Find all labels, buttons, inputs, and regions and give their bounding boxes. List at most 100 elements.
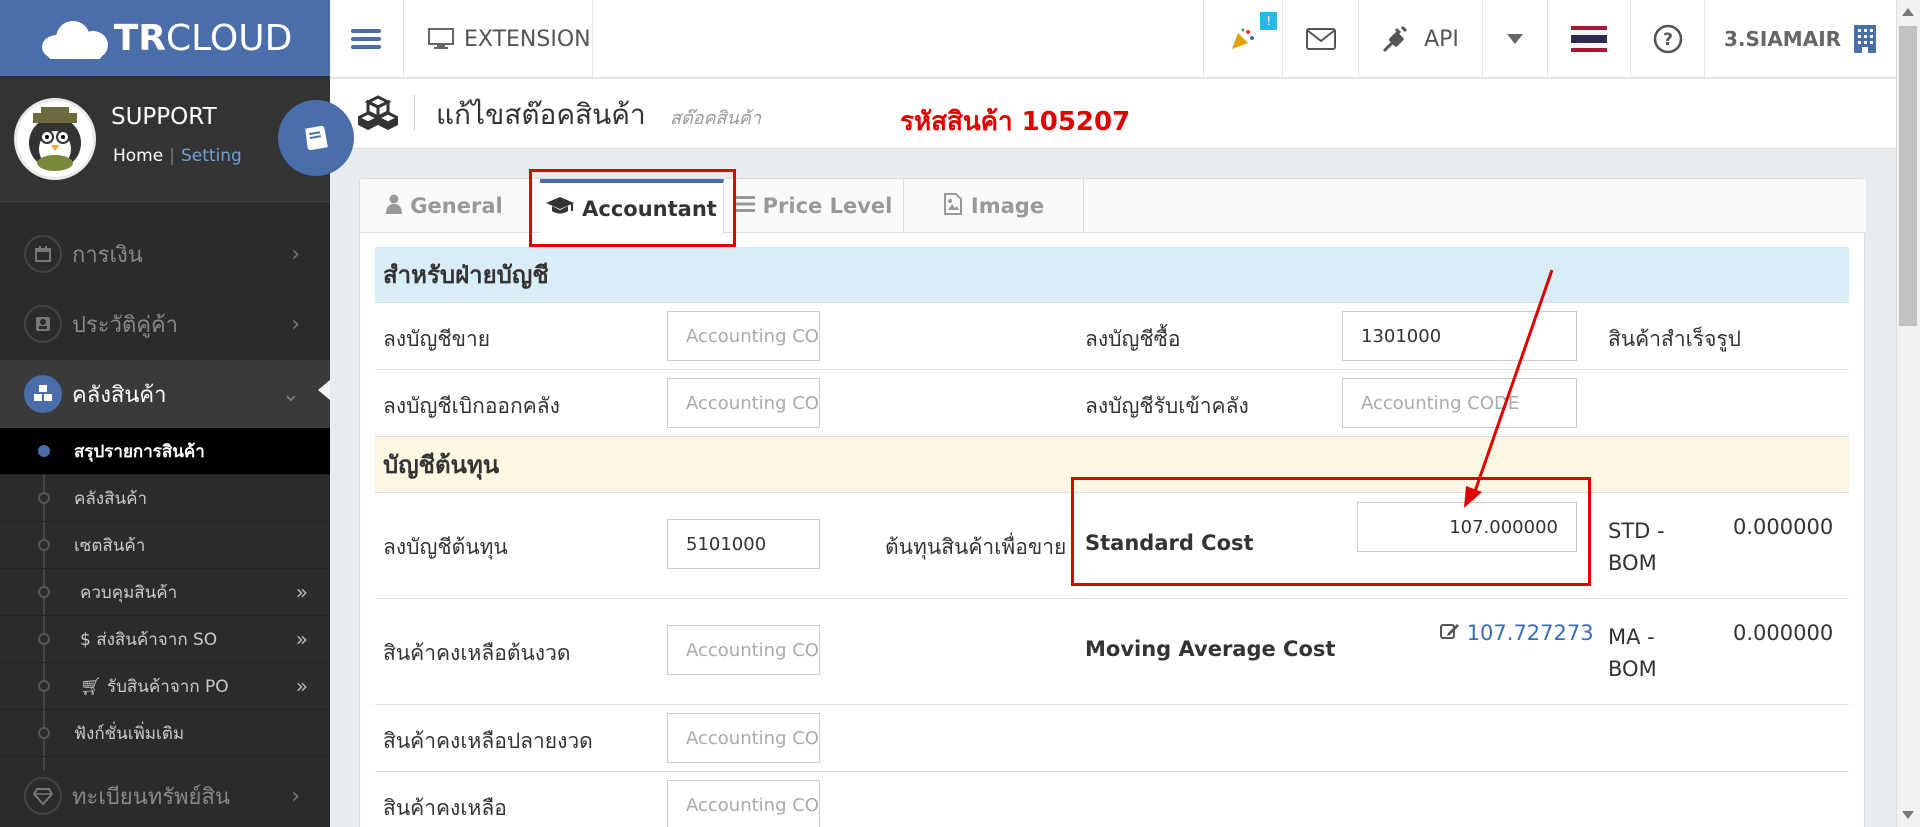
home-link[interactable]: Home	[113, 146, 163, 166]
avatar[interactable]	[14, 98, 96, 180]
plug-icon	[1383, 25, 1408, 53]
dropdown-toggle[interactable]	[1482, 0, 1547, 78]
closing-inventory-input[interactable]: Accounting CODE	[667, 713, 820, 763]
std-bom-value: 0.000000	[1733, 515, 1834, 539]
company-name: 3.SIAMAIR	[1723, 27, 1842, 51]
sidebar: TRCLOUD SUPPORT Home | Setting การเงิน ›…	[0, 0, 354, 827]
tab-price-level[interactable]: Price Level	[724, 179, 904, 233]
list-icon	[734, 194, 755, 218]
bullet-icon	[38, 633, 50, 645]
app-window: TRCLOUD SUPPORT Home | Setting การเงิน ›…	[0, 0, 1920, 827]
extension-button[interactable]: EXTENSION	[403, 0, 593, 78]
announcement-button[interactable]: !	[1203, 0, 1282, 78]
building-icon	[1854, 25, 1877, 53]
bullet-icon	[38, 586, 50, 598]
envelope-icon	[1305, 28, 1336, 50]
api-button[interactable]: API	[1358, 0, 1482, 78]
sidebar-item-label: คลังสินค้า	[72, 382, 167, 408]
monitor-icon	[428, 28, 454, 49]
mail-button[interactable]	[1282, 0, 1358, 78]
double-chevron-icon: »	[295, 580, 308, 604]
setting-link[interactable]: Setting	[181, 146, 242, 166]
submenu-product-set[interactable]: เซตสินค้า	[0, 522, 330, 569]
cart-label: 🛒︎ รับสินค้าจาก PO	[80, 676, 229, 697]
moving-average-cost-link[interactable]: 107.727273	[1440, 621, 1594, 645]
graduation-cap-icon	[546, 196, 575, 221]
field-label: ลงบัญชีเบิกออกคลัง	[383, 394, 560, 418]
cost-row-standard: ลงบัญชีต้นทุน 5101000 ต้นทุนสินค้าเพื่อข…	[375, 493, 1849, 599]
book-icon[interactable]	[278, 100, 354, 176]
tab-general[interactable]: General	[360, 179, 530, 233]
profile-links: Home | Setting	[113, 146, 242, 166]
field-label: สินค้าคงเหลือต้นงวด	[383, 641, 571, 665]
help-icon: ?	[1653, 24, 1682, 54]
scroll-down-icon[interactable]	[1902, 811, 1914, 819]
page-scrollbar[interactable]	[1896, 0, 1920, 827]
cost-row-moving-average: สินค้าคงเหลือต้นงวด Accounting CODE Movi…	[375, 599, 1849, 705]
standard-cost-label: Standard Cost	[1085, 531, 1254, 555]
field-label: ลงบัญชีซื้อ	[1085, 327, 1181, 351]
field-label: ลงบัญชีต้นทุน	[383, 535, 508, 559]
hamburger-icon	[351, 25, 381, 53]
edit-icon	[1440, 621, 1460, 645]
sidebar-item-asset-registry[interactable]: ทะเบียนทรัพย์สิน ›	[0, 768, 330, 824]
remaining-inventory-input[interactable]: Accounting CODE	[667, 780, 820, 827]
bullet-icon	[38, 680, 50, 692]
opening-inventory-input[interactable]: Accounting CODE	[667, 625, 820, 675]
account-row-sales: ลงบัญชีขาย Accounting CODE ลงบัญชีซื้อ 1…	[375, 303, 1849, 370]
submenu-more-functions[interactable]: ฟังก์ชั่นเพิ่มเติม	[0, 710, 330, 757]
tab-bar: General Accountant Price Level Image	[360, 179, 1866, 234]
field-label: สินค้าคงเหลือ	[383, 796, 507, 820]
moving-average-cost-label: Moving Average Cost	[1085, 637, 1336, 661]
sidebar-item-finance[interactable]: การเงิน ›	[0, 228, 330, 280]
tab-accountant[interactable]: Accountant	[540, 179, 724, 234]
submenu-receive-po[interactable]: 🛒︎ รับสินค้าจาก PO »	[0, 663, 330, 710]
active-indicator	[318, 380, 330, 400]
cart-icon: 🛒︎	[80, 676, 102, 697]
bullet-icon	[38, 539, 50, 551]
cost-account-input[interactable]: 5101000	[667, 519, 820, 569]
sidebar-item-label: การเงิน	[72, 242, 143, 268]
page-header: แก้ไขสต๊อคสินค้า สต๊อคสินค้า รหัสสินค้า …	[330, 79, 1896, 149]
caret-down-icon	[1507, 34, 1523, 44]
account-row-stock-move: ลงบัญชีเบิกออกคลัง Accounting CODE ลงบัญ…	[375, 370, 1849, 437]
tab-image[interactable]: Image	[904, 179, 1084, 233]
submenu-product-control[interactable]: ควบคุมสินค้า »	[0, 569, 330, 616]
bullet-icon	[38, 445, 50, 457]
section-title-cost: บัญชีต้นทุน	[375, 437, 1849, 493]
annotation-arrow	[1464, 269, 1554, 508]
image-icon	[943, 192, 963, 220]
product-type-label: สินค้าสำเร็จรูป	[1608, 327, 1741, 351]
withdraw-account-input[interactable]: Accounting CODE	[667, 378, 820, 428]
svg-text:?: ?	[1663, 30, 1673, 50]
company-selector[interactable]: 3.SIAMAIR	[1704, 0, 1896, 78]
sidebar-item-partner-history[interactable]: ประวัติคู่ค้า ›	[0, 298, 330, 350]
chevron-right-icon: ›	[291, 783, 300, 809]
diamond-icon	[24, 777, 62, 815]
scroll-thumb[interactable]	[1899, 26, 1917, 326]
std-bom-label: STD - BOM	[1608, 519, 1665, 575]
sales-account-input[interactable]: Accounting CODE	[667, 311, 820, 361]
double-chevron-icon: »	[295, 674, 308, 698]
brand-name: TRCLOUD	[113, 17, 293, 59]
chevron-right-icon: ›	[291, 241, 300, 267]
submenu-product-summary[interactable]: สรุปรายการสินค้า	[0, 428, 330, 475]
page-title: แก้ไขสต๊อคสินค้า	[436, 98, 646, 131]
help-button[interactable]: ?	[1630, 0, 1704, 78]
accounting-section: สำหรับฝ่ายบัญชี	[375, 247, 1849, 303]
submenu-warehouse[interactable]: คลังสินค้า	[0, 475, 330, 522]
hamburger-menu-button[interactable]	[330, 0, 402, 78]
sidebar-item-warehouse[interactable]: คลังสินค้า ⌄	[0, 360, 330, 428]
ma-bom-label: MA - BOM	[1608, 625, 1657, 681]
thailand-flag-icon	[1571, 26, 1607, 52]
bullet-icon	[38, 727, 50, 739]
double-chevron-icon: »	[295, 627, 308, 651]
cubes-icon	[24, 375, 62, 413]
scroll-up-icon[interactable]	[1902, 8, 1914, 16]
submenu-ship-so[interactable]: $ ส่งสินค้าจาก SO »	[0, 616, 330, 663]
brand-logo[interactable]: TRCLOUD	[0, 0, 330, 76]
sidebar-item-label: ทะเบียนทรัพย์สิน	[72, 784, 230, 810]
header-divider	[414, 95, 415, 131]
language-selector[interactable]	[1547, 0, 1630, 78]
user-icon	[386, 194, 403, 219]
